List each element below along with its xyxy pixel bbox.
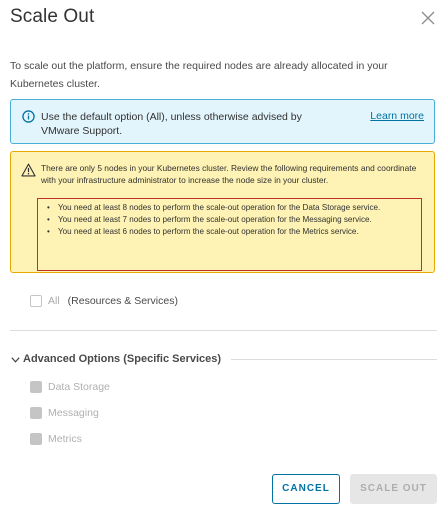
requirement-item: You need at least 7 nodes to perform the… (43, 214, 417, 225)
section-divider (10, 330, 437, 331)
all-checkbox[interactable] (30, 295, 42, 307)
all-option: All (Resources & Services) (30, 294, 178, 308)
messaging-checkbox[interactable] (30, 407, 42, 419)
info-text: Use the default option (All), unless oth… (41, 111, 302, 137)
all-sublabel: (Resources & Services) (67, 295, 178, 307)
scale-out-button[interactable]: SCALE OUT (350, 474, 437, 504)
cancel-button[interactable]: CANCEL (272, 474, 340, 504)
dialog-title: Scale Out (10, 6, 95, 27)
warning-text: There are only 5 nodes in your Kubernete… (41, 163, 417, 185)
service-option-data-storage: Data Storage (30, 380, 110, 394)
warning-alert: There are only 5 nodes in your Kubernete… (10, 151, 435, 273)
service-label: Messaging (48, 407, 99, 419)
requirements-highlight: You need at least 8 nodes to perform the… (37, 198, 422, 271)
service-label: Metrics (48, 433, 82, 445)
dialog-header: Scale Out (10, 6, 438, 34)
learn-more-link[interactable]: Learn more (370, 110, 424, 122)
service-option-messaging: Messaging (30, 406, 99, 420)
service-option-metrics: Metrics (30, 432, 82, 446)
requirements-list: You need at least 8 nodes to perform the… (43, 202, 417, 238)
requirement-item: You need at least 8 nodes to perform the… (43, 202, 417, 213)
advanced-options-header[interactable]: Advanced Options (Specific Services) (10, 352, 437, 366)
intro-text: To scale out the platform, ensure the re… (10, 60, 388, 90)
requirement-item: You need at least 6 nodes to perform the… (43, 226, 417, 237)
warning-icon (21, 163, 36, 177)
info-icon (22, 110, 35, 123)
service-label: Data Storage (48, 381, 110, 393)
data-storage-checkbox[interactable] (30, 381, 42, 393)
chevron-down-icon (11, 356, 20, 363)
advanced-options-title: Advanced Options (Specific Services) (23, 353, 222, 365)
close-button[interactable] (418, 8, 438, 28)
metrics-checkbox[interactable] (30, 433, 42, 445)
all-label: All (48, 295, 60, 307)
advanced-divider (231, 358, 437, 360)
close-icon (421, 11, 435, 25)
info-alert: Use the default option (All), unless oth… (10, 99, 435, 144)
